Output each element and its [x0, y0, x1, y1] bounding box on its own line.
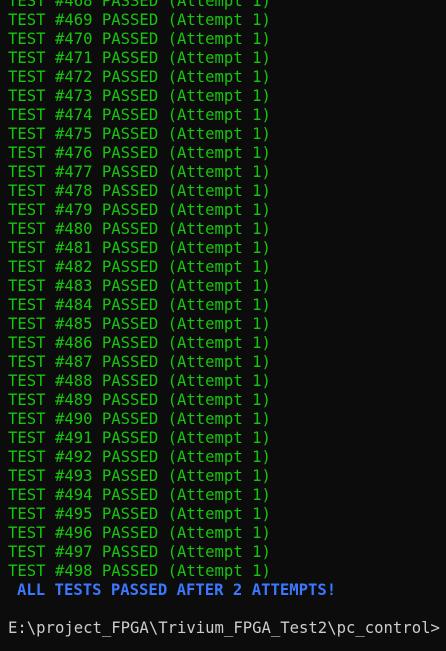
command-prompt[interactable]: E:\project_FPGA\Trivium_FPGA_Test2\pc_co…	[8, 619, 446, 638]
test-result-line: TEST #474 PASSED (Attempt 1)	[8, 106, 271, 124]
test-result-line: TEST #491 PASSED (Attempt 1)	[8, 429, 271, 447]
terminal-output: TEST #468 PASSED (Attempt 1) TEST #469 PA…	[8, 0, 446, 638]
test-result-line: TEST #487 PASSED (Attempt 1)	[8, 353, 271, 371]
test-result-line: TEST #498 PASSED (Attempt 1)	[8, 562, 271, 580]
test-result-line: TEST #468 PASSED (Attempt 1)	[8, 0, 271, 10]
terminal-window[interactable]: TEST #468 PASSED (Attempt 1) TEST #469 PA…	[0, 0, 446, 651]
test-result-line: TEST #479 PASSED (Attempt 1)	[8, 201, 271, 219]
test-result-line: TEST #475 PASSED (Attempt 1)	[8, 125, 271, 143]
test-result-line: TEST #483 PASSED (Attempt 1)	[8, 277, 271, 295]
test-result-line: TEST #493 PASSED (Attempt 1)	[8, 467, 271, 485]
test-result-line: TEST #485 PASSED (Attempt 1)	[8, 315, 271, 333]
test-result-line: TEST #492 PASSED (Attempt 1)	[8, 448, 271, 466]
test-result-line: TEST #478 PASSED (Attempt 1)	[8, 182, 271, 200]
test-result-line: TEST #482 PASSED (Attempt 1)	[8, 258, 271, 276]
test-result-line: TEST #469 PASSED (Attempt 1)	[8, 11, 271, 29]
test-result-line: TEST #470 PASSED (Attempt 1)	[8, 30, 271, 48]
test-result-line: TEST #477 PASSED (Attempt 1)	[8, 163, 271, 181]
test-result-line: TEST #484 PASSED (Attempt 1)	[8, 296, 271, 314]
test-result-line: TEST #481 PASSED (Attempt 1)	[8, 239, 271, 257]
test-result-line: TEST #497 PASSED (Attempt 1)	[8, 543, 271, 561]
test-result-line: TEST #480 PASSED (Attempt 1)	[8, 220, 271, 238]
test-result-line: TEST #495 PASSED (Attempt 1)	[8, 505, 271, 523]
test-result-line: TEST #473 PASSED (Attempt 1)	[8, 87, 271, 105]
test-result-line: TEST #488 PASSED (Attempt 1)	[8, 372, 271, 390]
test-result-line: TEST #472 PASSED (Attempt 1)	[8, 68, 271, 86]
test-result-line: TEST #490 PASSED (Attempt 1)	[8, 410, 271, 428]
test-result-line: TEST #486 PASSED (Attempt 1)	[8, 334, 271, 352]
test-result-line: TEST #489 PASSED (Attempt 1)	[8, 391, 271, 409]
test-result-line: TEST #471 PASSED (Attempt 1)	[8, 49, 271, 67]
test-result-line: TEST #494 PASSED (Attempt 1)	[8, 486, 271, 504]
test-result-line: TEST #496 PASSED (Attempt 1)	[8, 524, 271, 542]
summary-line: ALL TESTS PASSED AFTER 2 ATTEMPTS!	[17, 581, 337, 599]
test-result-line: TEST #476 PASSED (Attempt 1)	[8, 144, 271, 162]
